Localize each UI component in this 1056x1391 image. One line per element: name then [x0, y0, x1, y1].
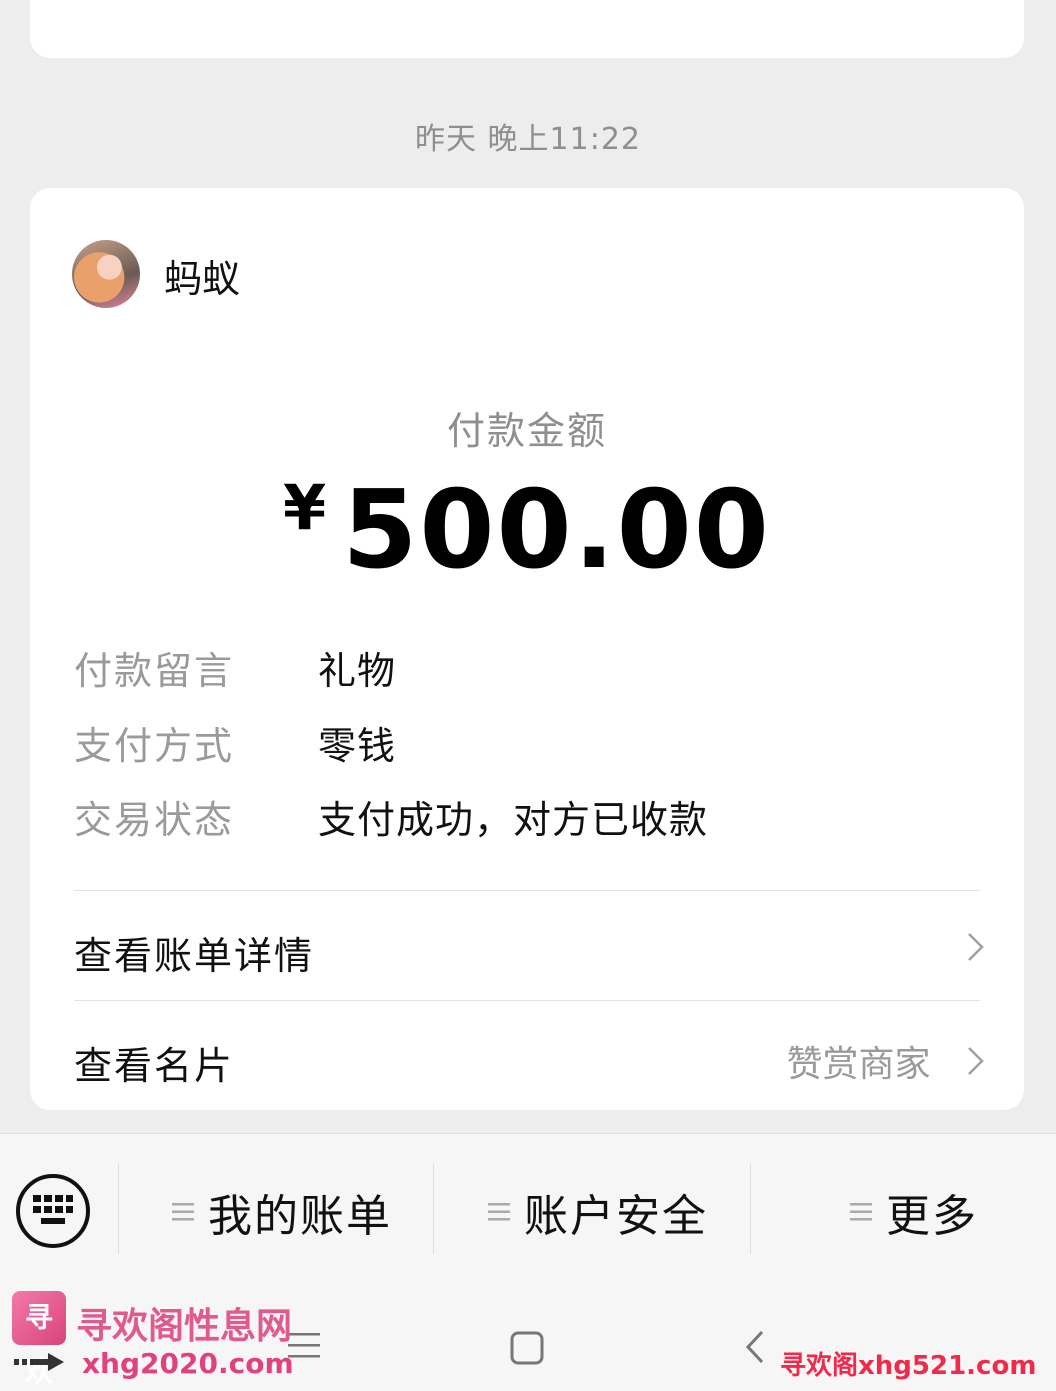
menu-account-security[interactable]: 账户安全 [488, 1180, 708, 1242]
view-bill-detail-label: 查看账单详情 [74, 934, 315, 978]
watermark-url-right: 寻欢阁xhg521.com [780, 1351, 1037, 1381]
keyboard-toggle-button[interactable] [16, 1174, 90, 1248]
previous-message-card [30, 0, 1024, 58]
detail-key: 支付方式 [74, 724, 235, 768]
bottom-menu-bar: 我的账单 账户安全 更多 [0, 1133, 1056, 1285]
watermark-logo: 寻欢 [12, 1291, 66, 1388]
menu-separator [750, 1164, 751, 1254]
reward-merchant-label: 赞赏商家 [786, 1044, 931, 1085]
home-icon[interactable] [510, 1331, 544, 1365]
menu-my-bills[interactable]: 我的账单 [172, 1180, 392, 1242]
detail-value: 支付成功，对方已收款 [318, 798, 709, 842]
system-navigation-bar: 寻欢 寻欢阁性息网 xhg2020.com 寻欢阁xhg521.com [0, 1285, 1056, 1391]
detail-value: 零钱 [318, 724, 397, 768]
view-bill-detail-row[interactable]: 查看账单详情 [74, 925, 984, 985]
menu-more[interactable]: 更多 [850, 1180, 978, 1242]
payment-card[interactable]: 蚂蚁 付款金额 ¥500.00 付款留言 礼物 支付方式 零钱 交易状态 支付成… [30, 188, 1024, 1110]
watermark-arrow-icon [14, 1353, 64, 1371]
menu-more-label: 更多 [886, 1191, 978, 1242]
watermark-title: 寻欢阁性息网 [76, 1305, 293, 1347]
amount-value: 500.00 [342, 468, 771, 593]
watermark-url-left: xhg2020.com [82, 1347, 294, 1380]
payment-amount: ¥500.00 [30, 468, 1024, 593]
chevron-right-icon [968, 1047, 984, 1075]
detail-key: 付款留言 [74, 649, 235, 693]
detail-key: 交易状态 [74, 798, 235, 842]
menu-my-bills-label: 我的账单 [208, 1191, 392, 1242]
sender-name: 蚂蚁 [164, 257, 241, 301]
menu-separator [118, 1164, 119, 1254]
menu-lines-icon [850, 1203, 872, 1221]
currency-symbol: ¥ [283, 471, 327, 544]
back-icon[interactable] [744, 1329, 766, 1365]
keyboard-icon [33, 1195, 73, 1224]
menu-lines-icon [488, 1203, 510, 1221]
detail-value: 礼物 [318, 649, 397, 693]
chevron-right-icon [968, 933, 984, 961]
message-timestamp: 昨天 晚上11:22 [415, 122, 641, 157]
menu-account-security-label: 账户安全 [524, 1191, 708, 1242]
divider [74, 890, 980, 891]
amount-label: 付款金额 [446, 409, 607, 453]
menu-separator [433, 1164, 434, 1254]
divider [74, 1000, 980, 1001]
sender-avatar[interactable] [72, 240, 140, 308]
view-card-label: 查看名片 [74, 1044, 235, 1088]
view-card-row[interactable]: 查看名片 赞赏商家 [74, 1035, 984, 1095]
menu-lines-icon [172, 1203, 194, 1221]
